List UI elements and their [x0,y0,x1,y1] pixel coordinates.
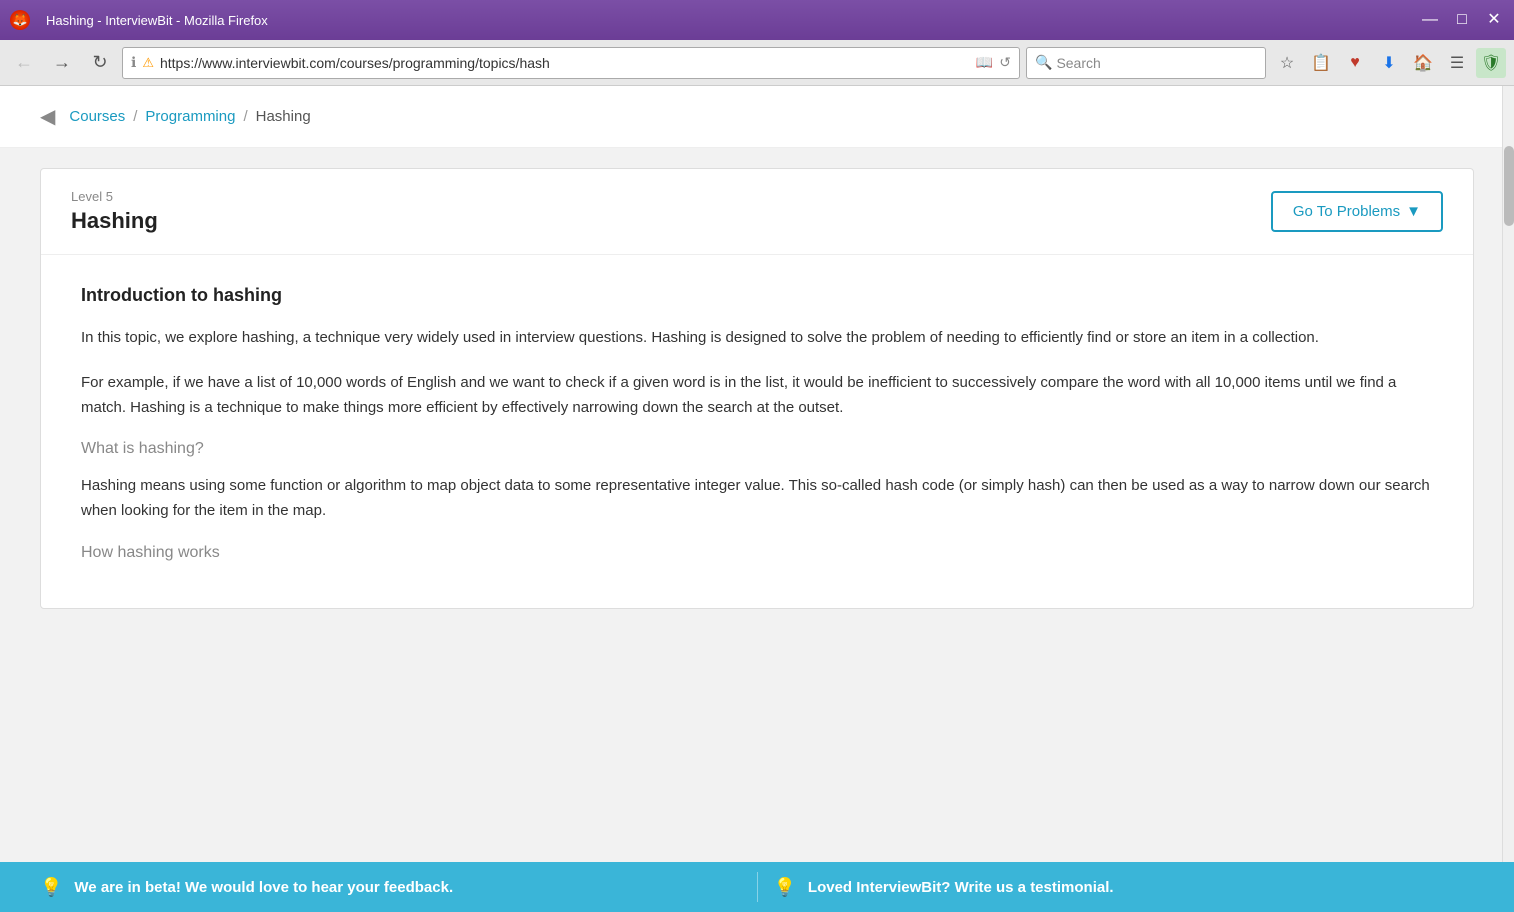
back-arrow-icon[interactable]: ◀ [40,104,55,129]
goto-problems-label: Go To Problems [1293,203,1400,220]
extension-button[interactable]: 🛡 [1476,48,1506,78]
home-button[interactable]: 🏠 [1408,48,1438,78]
back-button[interactable]: ← [8,47,40,79]
address-bar[interactable]: ℹ ⚠ https://www.interviewbit.com/courses… [122,47,1020,79]
bottom-left-section: 💡 We are in beta! We would love to hear … [40,877,741,898]
card-body: Introduction to hashing In this topic, w… [41,255,1473,608]
breadcrumb-courses-link[interactable]: Courses [69,108,125,125]
refresh-button[interactable]: ↻ [84,47,116,79]
toolbar-icons: ☆ 📋 ♥ ⬇ 🏠 ☰ 🛡 [1272,48,1506,78]
search-icon: 🔍 [1035,54,1052,71]
topic-info: Level 5 Hashing [71,189,158,234]
download-button[interactable]: ⬇ [1374,48,1404,78]
intro-heading: Introduction to hashing [81,285,1433,306]
intro-paragraph-2: For example, if we have a list of 10,000… [81,371,1433,421]
bottom-divider [757,872,758,902]
level-label: Level 5 [71,189,158,204]
testimonial-text: Loved InterviewBit? Write us a testimoni… [808,879,1114,896]
titlebar-controls: — □ ✕ [1420,12,1504,28]
url-text: https://www.interviewbit.com/courses/pro… [160,55,970,71]
what-heading: What is hashing? [81,440,1433,458]
titlebar: 🦊 Hashing - InterviewBit - Mozilla Firef… [0,0,1514,40]
maximize-button[interactable]: □ [1452,12,1472,28]
goto-problems-button[interactable]: Go To Problems ▼ [1271,191,1443,232]
info-icon: ℹ [131,54,136,71]
main-card: Level 5 Hashing Go To Problems ▼ Introdu… [40,168,1474,609]
page-content: ◀ Courses / Programming / Hashing Level … [0,86,1514,862]
minimize-button[interactable]: — [1420,12,1440,28]
reload-icon: ↺ [999,54,1011,71]
firefox-icon: 🦊 [10,10,30,30]
breadcrumb-programming-link[interactable]: Programming [145,108,235,125]
close-button[interactable]: ✕ [1484,12,1504,28]
topic-title: Hashing [71,208,158,234]
breadcrumb: ◀ Courses / Programming / Hashing [0,86,1514,148]
breadcrumb-sep-2: / [243,108,247,125]
card-header: Level 5 Hashing Go To Problems ▼ [41,169,1473,255]
scrollbar-thumb[interactable] [1504,146,1514,226]
how-heading: How hashing works [81,544,1433,562]
what-paragraph: Hashing means using some function or alg… [81,474,1433,524]
lock-icon: ⚠ [142,55,154,71]
scrollbar[interactable] [1502,86,1514,862]
forward-button[interactable]: → [46,47,78,79]
browser-toolbar: ← → ↻ ℹ ⚠ https://www.interviewbit.com/c… [0,40,1514,86]
dropdown-chevron-icon: ▼ [1406,203,1421,220]
bottom-right-section: 💡 Loved InterviewBit? Write us a testimo… [774,877,1475,898]
bottom-bar: 💡 We are in beta! We would love to hear … [0,862,1514,912]
pocket-button[interactable]: ♥ [1340,48,1370,78]
search-placeholder: Search [1056,55,1100,71]
bookmark-star-button[interactable]: ☆ [1272,48,1302,78]
intro-paragraph-1: In this topic, we explore hashing, a tec… [81,326,1433,351]
beta-text: We are in beta! We would love to hear yo… [74,879,453,896]
menu-button[interactable]: ☰ [1442,48,1472,78]
beta-icon: 💡 [40,877,62,898]
breadcrumb-sep-1: / [133,108,137,125]
bookmarks-button[interactable]: 📋 [1306,48,1336,78]
search-box[interactable]: 🔍 Search [1026,47,1266,79]
browser-title: Hashing - InterviewBit - Mozilla Firefox [46,13,1412,28]
testimonial-icon: 💡 [774,877,796,898]
reader-icon: 📖 [976,54,993,71]
breadcrumb-current: Hashing [256,108,311,125]
